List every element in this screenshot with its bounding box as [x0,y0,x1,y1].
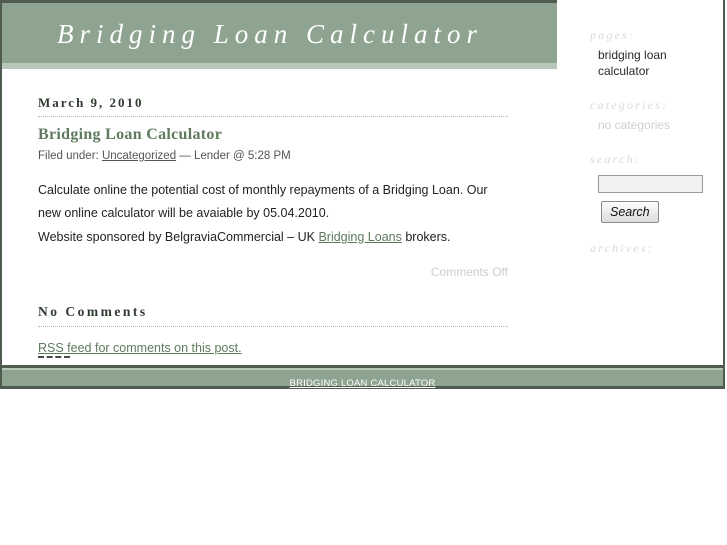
date-divider [38,116,508,117]
search-input[interactable] [598,175,703,193]
comments-divider [38,326,508,327]
rss-feed-line: RSS feed for comments on this post. [38,341,508,355]
post-paragraph-2-after: brokers. [401,230,451,244]
main-content: March 9, 2010 Bridging Loan Calculator F… [38,95,508,389]
site-footer: BRIDGING LOAN CALCULATOR [2,365,723,389]
sidebar-search-block: search: Search [590,152,720,223]
sidebar-search-heading: search: [590,152,641,166]
footer-site-link[interactable]: BRIDGING LOAN CALCULATOR [290,378,436,389]
post-paragraph-1: Calculate online the potential cost of m… [38,183,488,220]
post-body: Calculate online the potential cost of m… [38,179,508,249]
page-root: Bridging Loan Calculator March 9, 2010 B… [0,0,727,545]
post-category-link[interactable]: Uncategorized [102,150,176,162]
post-date: March 9, 2010 [38,95,144,110]
site-header: Bridging Loan Calculator [2,0,557,69]
post-paragraph-2-before: Website sponsored by BelgraviaCommercial… [38,230,319,244]
rss-feed-link[interactable]: RSS feed for comments on this post. [38,341,242,355]
post-meta-prefix: Filed under: [38,150,99,162]
comments-heading: No Comments [38,304,148,319]
post-title: Bridging Loan Calculator [38,126,223,143]
site-title: Bridging Loan Calculator [57,19,484,49]
sidebar-pages-list: bridging loan calculator [590,46,720,80]
sidebar-item-bridging-loan-calculator[interactable]: bridging loan calculator [598,48,667,78]
footer-inner: BRIDGING LOAN CALCULATOR [2,368,723,389]
post-meta-suffix: — Lender @ 5:28 PM [179,150,291,162]
sidebar: pages: bridging loan calculator categori… [590,28,720,259]
sidebar-categories-heading: categories: [590,98,669,112]
sidebar-categories-list: no categories [590,116,720,134]
sidebar-archives-heading: archives: [590,241,655,255]
right-frame-rule [723,0,725,389]
bridging-loans-link[interactable]: Bridging Loans [318,230,401,244]
post-meta: Filed under: Uncategorized — Lender @ 5:… [38,150,508,162]
search-button[interactable]: Search [601,201,659,223]
list-item[interactable]: bridging loan calculator [598,46,720,80]
post-paragraph-2: Website sponsored by BelgraviaCommercial… [38,226,508,249]
sidebar-item-no-categories: no categories [598,118,671,132]
comments-off-status: Comments Off [430,265,508,279]
trackback-dash-rule [38,356,70,358]
sidebar-pages-heading: pages: [590,28,636,42]
